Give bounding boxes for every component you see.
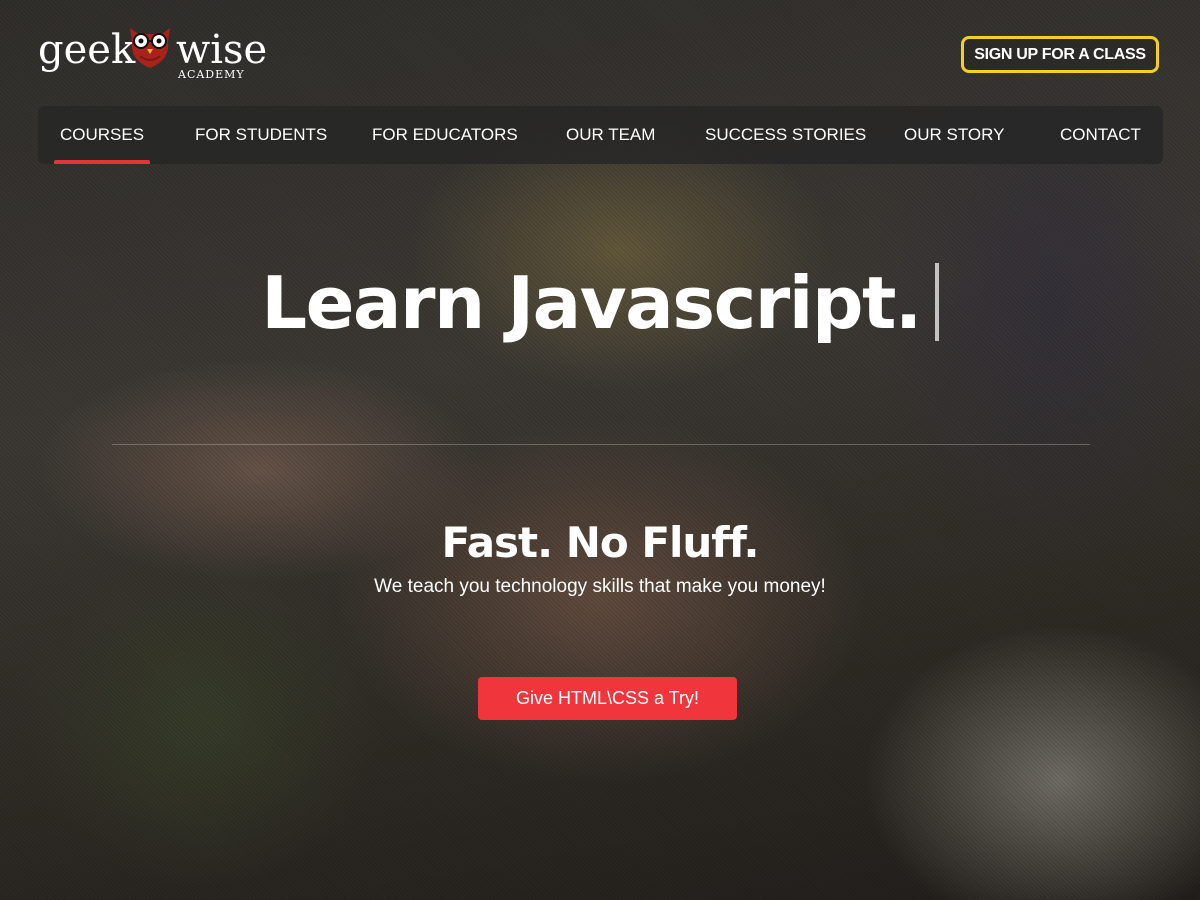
main-nav: COURSES FOR STUDENTS FOR EDUCATORS OUR T…: [38, 106, 1163, 164]
nav-item-our-story[interactable]: OUR STORY: [904, 106, 1004, 164]
nav-item-for-educators[interactable]: FOR EDUCATORS: [372, 106, 518, 164]
logo[interactable]: geek wise ACADEMY: [38, 20, 267, 84]
try-html-css-button[interactable]: Give HTML\CSS a Try!: [478, 677, 737, 720]
headline-container: Learn Javascript.: [0, 258, 1200, 348]
nav-item-our-team[interactable]: OUR TEAM: [566, 106, 655, 164]
logo-word-right: wise: [176, 27, 268, 73]
divider: [112, 444, 1090, 445]
logo-subtitle: ACADEMY: [178, 68, 245, 81]
nav-item-success-stories[interactable]: SUCCESS STORIES: [705, 106, 866, 164]
page-title: Learn Javascript.: [261, 261, 922, 345]
sign-up-button[interactable]: SIGN UP FOR A CLASS: [961, 36, 1159, 73]
subtitle: We teach you technology skills that make…: [374, 576, 826, 597]
tagline: Fast. No Fluff.: [441, 518, 759, 567]
nav-item-contact[interactable]: CONTACT: [1060, 106, 1141, 164]
typing-cursor: [934, 263, 939, 341]
hero-page: geek wise ACADEMY SIGN UP FOR A CLASS CO…: [0, 0, 1200, 900]
nav-item-for-students[interactable]: FOR STUDENTS: [195, 106, 327, 164]
owl-icon: [130, 28, 170, 68]
nav-item-courses[interactable]: COURSES: [53, 106, 151, 164]
logo-word-left: geek: [38, 27, 136, 73]
